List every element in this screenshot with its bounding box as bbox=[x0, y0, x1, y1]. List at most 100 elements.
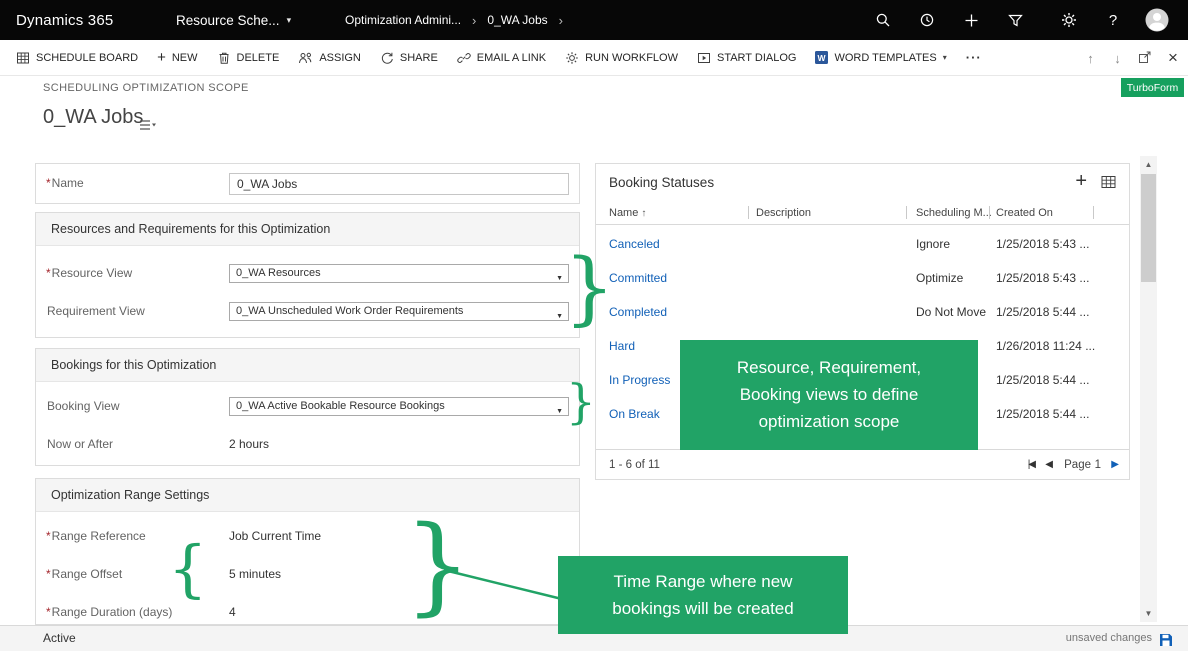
chevron-down-icon: ▼ bbox=[556, 403, 563, 420]
annotation-scope-note: Resource, Requirement, Booking views to … bbox=[680, 340, 978, 450]
delete-label: DELETE bbox=[237, 52, 280, 64]
close-button[interactable]: × bbox=[1158, 40, 1188, 76]
first-page-button[interactable]: |◀ bbox=[1028, 450, 1034, 480]
popout-button[interactable] bbox=[1131, 40, 1158, 76]
next-page-button[interactable]: ▶ bbox=[1111, 450, 1119, 480]
breadcrumb: Optimization Admini... › 0_WA Jobs › bbox=[345, 0, 563, 40]
column-header-created-on[interactable]: Created On bbox=[996, 201, 1053, 225]
resource-view-select[interactable]: 0_WA Resources ▼ bbox=[229, 264, 569, 283]
subgrid-title: Booking Statuses bbox=[609, 164, 714, 201]
schedule-board-button[interactable]: SCHEDULE BOARD bbox=[16, 51, 138, 65]
breadcrumb-item[interactable]: 0_WA Jobs bbox=[487, 13, 547, 27]
record-link[interactable]: In Progress bbox=[609, 363, 670, 397]
popout-icon bbox=[1138, 50, 1152, 67]
start-dialog-button[interactable]: START DIALOG bbox=[697, 51, 796, 65]
column-header-scheduling[interactable]: Scheduling M... bbox=[916, 201, 992, 225]
brand-logo[interactable]: Dynamics 365 bbox=[16, 0, 113, 40]
play-dialog-icon bbox=[697, 51, 711, 65]
app-switcher[interactable]: Resource Sche... ▾ bbox=[176, 0, 291, 40]
assign-button[interactable]: ASSIGN bbox=[298, 51, 361, 65]
command-bar: SCHEDULE BOARD + NEW DELETE ASSIGN SHARE… bbox=[0, 40, 1188, 76]
now-or-after-value: 2 hours bbox=[229, 437, 269, 451]
cell-scheduling: Do Not Move bbox=[916, 295, 986, 329]
advanced-find-button[interactable] bbox=[1000, 0, 1030, 40]
range-reference-value: Job Current Time bbox=[229, 529, 321, 543]
previous-page-button[interactable]: ◀ bbox=[1045, 450, 1053, 480]
booking-view-select[interactable]: 0_WA Active Bookable Resource Bookings ▼ bbox=[229, 397, 569, 416]
save-icon[interactable] bbox=[1160, 633, 1172, 651]
table-row[interactable]: Canceled Ignore 1/25/2018 5:43 ... bbox=[596, 227, 1129, 261]
cell-created-on: 1/26/2018 11:24 ... bbox=[996, 329, 1095, 363]
subgrid-footer: 1 - 6 of 11 |◀ ◀ Page 1 ▶ bbox=[596, 449, 1129, 479]
section-title: Bookings for this Optimization bbox=[36, 349, 579, 382]
requirement-view-select[interactable]: 0_WA Unscheduled Work Order Requirements… bbox=[229, 302, 569, 321]
record-link[interactable]: On Break bbox=[609, 397, 660, 431]
subgrid-header: Booking Statuses + bbox=[596, 164, 1129, 201]
table-row[interactable]: Committed Optimize 1/25/2018 5:43 ... bbox=[596, 261, 1129, 295]
word-document-icon: W bbox=[815, 51, 828, 64]
scroll-down-button[interactable]: ▼ bbox=[1140, 605, 1157, 622]
plus-icon: + bbox=[157, 51, 166, 65]
column-header-description[interactable]: Description bbox=[756, 201, 811, 225]
unsaved-changes-label: unsaved changes bbox=[1066, 626, 1152, 651]
trash-icon bbox=[217, 51, 231, 65]
column-separator bbox=[989, 206, 990, 219]
question-mark-icon: ? bbox=[1109, 12, 1117, 29]
new-button[interactable]: + NEW bbox=[157, 51, 197, 65]
plus-icon bbox=[964, 13, 979, 28]
people-icon bbox=[298, 51, 313, 65]
email-link-button[interactable]: EMAIL A LINK bbox=[457, 51, 546, 65]
share-label: SHARE bbox=[400, 52, 438, 64]
add-record-button[interactable]: + bbox=[1075, 170, 1087, 193]
open-grid-view-button[interactable] bbox=[1101, 175, 1116, 194]
app-switcher-label: Resource Sche... bbox=[176, 13, 280, 28]
record-count: 1 - 6 of 11 bbox=[609, 450, 660, 480]
column-header-name[interactable]: Name↑ bbox=[609, 201, 646, 226]
cell-scheduling: Ignore bbox=[916, 227, 950, 261]
previous-record-button[interactable]: ↑ bbox=[1077, 40, 1104, 76]
record-status: Active bbox=[43, 626, 76, 651]
record-link[interactable]: Canceled bbox=[609, 227, 660, 261]
scrollbar-thumb[interactable] bbox=[1141, 174, 1156, 282]
schedule-board-grid-icon bbox=[16, 51, 30, 65]
breadcrumb-item[interactable]: Optimization Admini... bbox=[345, 13, 461, 27]
resource-view-label: *Resource View bbox=[46, 266, 132, 280]
quick-create-button[interactable] bbox=[956, 0, 986, 40]
record-link[interactable]: Committed bbox=[609, 261, 667, 295]
more-commands-button[interactable]: ··· bbox=[966, 50, 982, 65]
word-templates-button[interactable]: W WORD TEMPLATES ▾ bbox=[815, 51, 946, 64]
section-resources-requirements: Resources and Requirements for this Opti… bbox=[35, 212, 580, 338]
range-offset-value: 5 minutes bbox=[229, 567, 281, 581]
start-dialog-label: START DIALOG bbox=[717, 52, 796, 64]
record-link[interactable]: Hard bbox=[609, 329, 635, 363]
user-avatar[interactable] bbox=[1142, 0, 1172, 40]
table-row[interactable]: Completed Do Not Move 1/25/2018 5:44 ... bbox=[596, 295, 1129, 329]
record-link[interactable]: Completed bbox=[609, 295, 667, 329]
page-number: 1 bbox=[1095, 450, 1101, 480]
chevron-down-icon: ▾ bbox=[287, 15, 292, 26]
top-nav-bar: Dynamics 365 Resource Sche... ▾ Optimiza… bbox=[0, 0, 1188, 40]
name-input[interactable] bbox=[229, 173, 569, 195]
settings-button[interactable] bbox=[1054, 0, 1084, 40]
run-workflow-button[interactable]: RUN WORKFLOW bbox=[565, 51, 678, 65]
link-icon bbox=[457, 51, 471, 65]
now-or-after-label: Now or After bbox=[46, 437, 113, 451]
word-templates-label: WORD TEMPLATES bbox=[834, 52, 936, 64]
assign-label: ASSIGN bbox=[319, 52, 361, 64]
vertical-scrollbar[interactable]: ▲ ▼ bbox=[1140, 156, 1157, 622]
sort-ascending-icon: ↑ bbox=[641, 208, 646, 219]
booking-view-label: Booking View bbox=[46, 399, 120, 413]
help-button[interactable]: ? bbox=[1098, 0, 1128, 40]
next-record-button[interactable]: ↓ bbox=[1104, 40, 1131, 76]
cell-scheduling: Optimize bbox=[916, 261, 963, 295]
form-selector-icon[interactable] bbox=[140, 118, 156, 136]
recent-items-button[interactable] bbox=[912, 0, 942, 40]
share-button[interactable]: SHARE bbox=[380, 51, 438, 65]
scroll-up-button[interactable]: ▲ bbox=[1140, 156, 1157, 173]
page-title: 0_WA Jobs bbox=[43, 106, 143, 129]
delete-button[interactable]: DELETE bbox=[217, 51, 280, 65]
requirement-view-value: 0_WA Unscheduled Work Order Requirements bbox=[236, 305, 463, 317]
search-icon bbox=[875, 12, 891, 28]
range-offset-label: *Range Offset bbox=[46, 567, 122, 581]
search-button[interactable] bbox=[868, 0, 898, 40]
